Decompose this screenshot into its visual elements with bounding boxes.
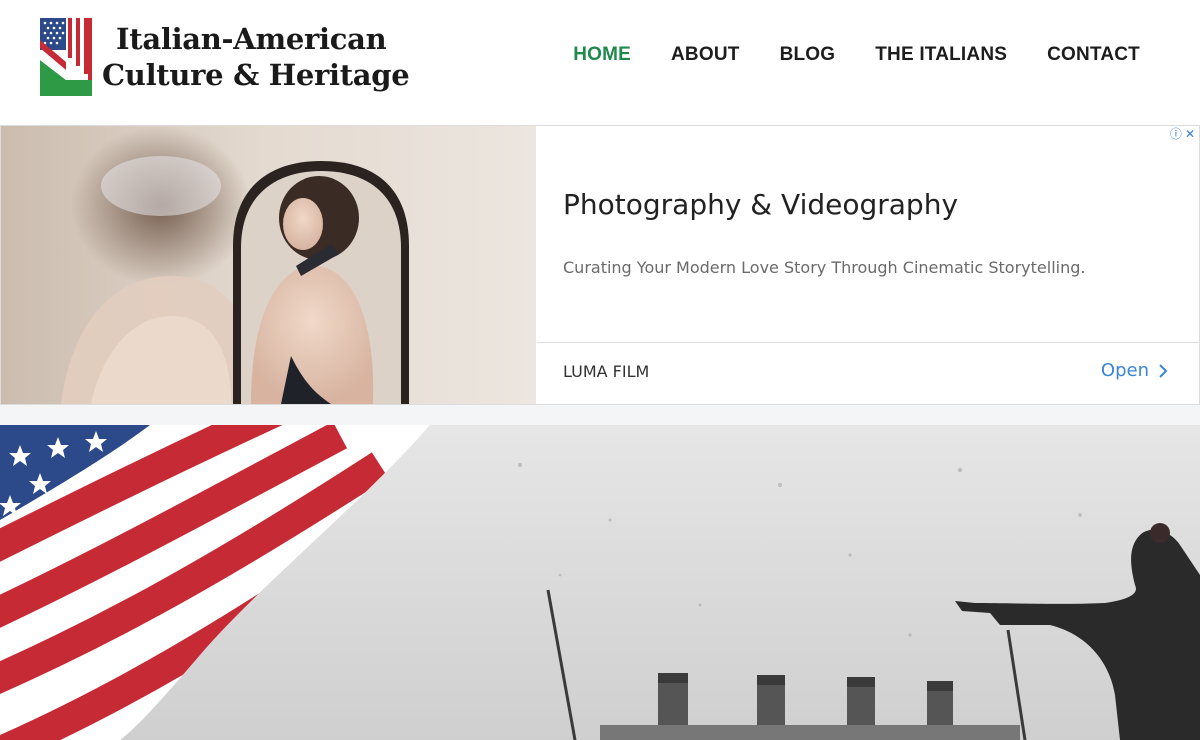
- nav-contact[interactable]: CONTACT: [1047, 44, 1140, 66]
- site-header: Italian-American Culture & Heritage HOME…: [0, 0, 1200, 125]
- main-nav: HOME ABOUT BLOG THE ITALIANS CONTACT: [573, 44, 1140, 66]
- ad-open-button[interactable]: Open: [1101, 360, 1169, 381]
- nav-the-italians[interactable]: THE ITALIANS: [875, 44, 1007, 66]
- ad-description: Curating Your Modern Love Story Through …: [563, 258, 1086, 277]
- ad-open-label: Open: [1100, 360, 1149, 381]
- us-italy-flag-logo-icon: [40, 18, 92, 96]
- ad-image[interactable]: [1, 126, 536, 404]
- site-title-line2: Culture & Heritage: [102, 58, 410, 92]
- site-title-line1: Italian-American: [116, 22, 387, 56]
- ad-divider: [537, 342, 1199, 343]
- ad-photo-woman-mirror: [1, 126, 536, 404]
- ad-choices: ⓘ ✕: [1170, 128, 1195, 140]
- ad-advertiser-name: LUMA FILM: [563, 362, 650, 381]
- nav-about[interactable]: ABOUT: [671, 44, 740, 66]
- hero-flag-ship-illustration: [0, 425, 1200, 740]
- ad-content[interactable]: Photography & Videography Curating Your …: [537, 126, 1199, 404]
- ad-title[interactable]: Photography & Videography: [563, 188, 958, 221]
- hero-image: [0, 425, 1200, 740]
- brand[interactable]: Italian-American Culture & Heritage: [40, 18, 410, 96]
- info-icon[interactable]: ⓘ: [1170, 128, 1182, 140]
- section-spacer: [0, 405, 1200, 425]
- nav-home[interactable]: HOME: [573, 44, 631, 66]
- nav-blog[interactable]: BLOG: [780, 44, 836, 66]
- site-title: Italian-American Culture & Heritage: [102, 21, 410, 93]
- close-icon[interactable]: ✕: [1185, 128, 1195, 140]
- advertisement[interactable]: Photography & Videography Curating Your …: [0, 125, 1200, 405]
- chevron-right-icon: [1159, 363, 1168, 378]
